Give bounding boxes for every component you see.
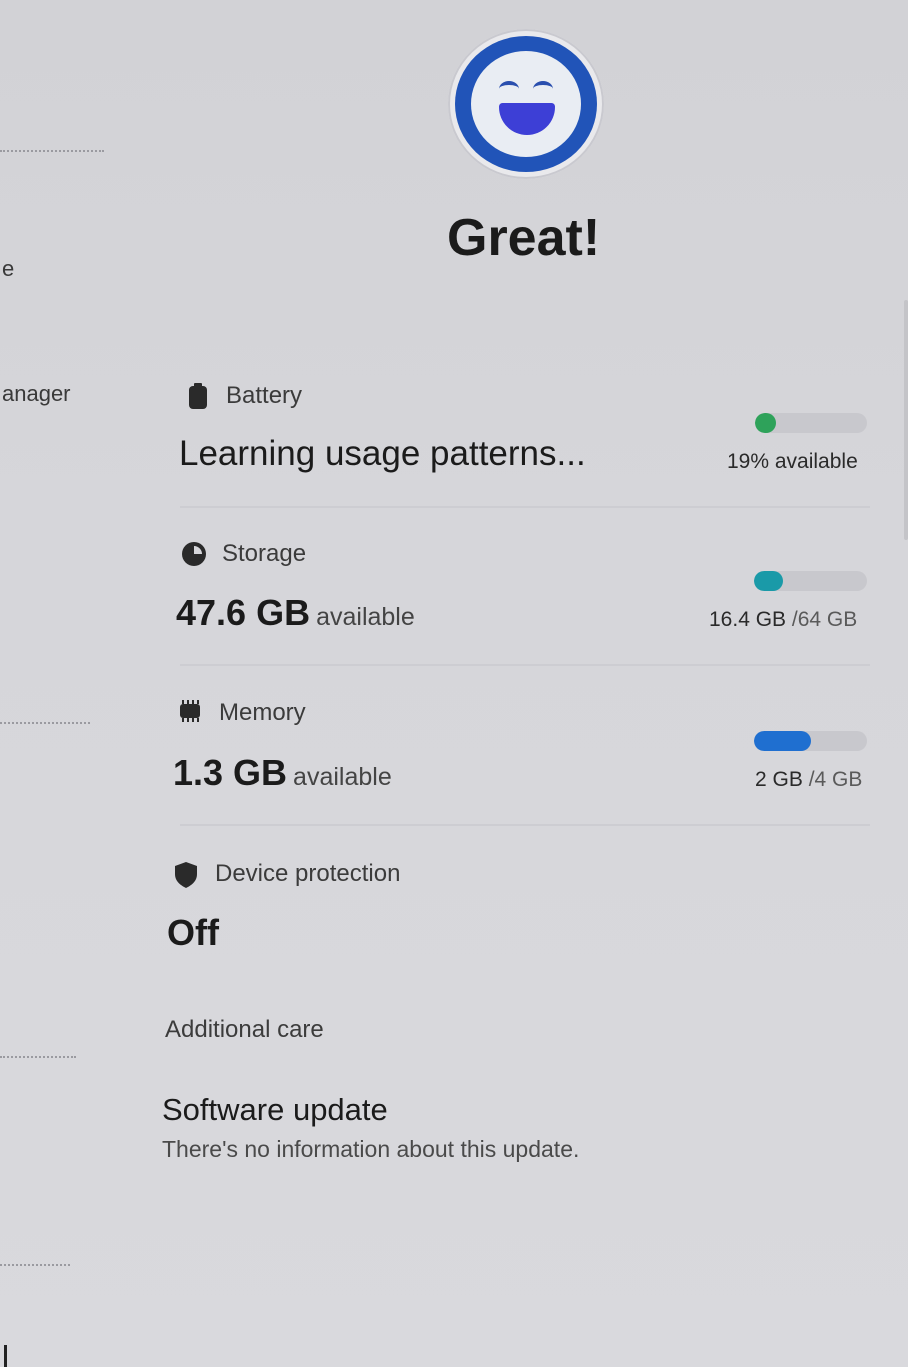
storage-used: 16.4 GB: [709, 608, 787, 631]
left-panel-fragment[interactable]: anager: [2, 381, 71, 407]
storage-amount: 47.6 GB: [176, 592, 311, 633]
device-protection-value: Off: [167, 912, 219, 953]
memory-label: Memory: [219, 699, 306, 726]
memory-used: 2 GB: [755, 768, 803, 791]
divider: [180, 824, 870, 826]
left-panel: e anager: [0, 0, 140, 1367]
divider: [0, 1264, 70, 1266]
divider: [180, 506, 870, 508]
divider: [180, 664, 870, 666]
storage-label: Storage: [222, 540, 307, 567]
scrollbar[interactable]: [904, 300, 908, 540]
storage-pie-icon: [182, 542, 206, 566]
left-edge-mark: [4, 1345, 7, 1367]
battery-icon: [189, 383, 207, 409]
memory-meter-fill: [754, 731, 811, 751]
software-update-subtitle: There's no information about this update…: [162, 1136, 580, 1162]
storage-meter-fill: [754, 571, 784, 591]
device-protection-label: Device protection: [215, 860, 401, 887]
memory-amount: 1.3 GB: [173, 752, 288, 793]
storage-total: /64 GB: [791, 608, 858, 631]
memory-chip-icon: [180, 700, 200, 722]
mouth-icon: [499, 103, 555, 135]
battery-label: Battery: [226, 382, 303, 409]
battery-value: Learning usage patterns...: [179, 434, 586, 473]
shield-icon: [175, 862, 197, 888]
battery-meter: [755, 413, 867, 433]
smiley-face-icon: [455, 36, 597, 172]
status-title: Great!: [447, 209, 601, 267]
left-panel-fragment: e: [2, 256, 15, 281]
storage-caption: 16.4 GB /64 GB: [709, 608, 857, 632]
additional-care-header: Additional care: [165, 1016, 324, 1043]
storage-meter: [754, 571, 867, 591]
divider: [0, 1056, 76, 1058]
battery-meter-fill: [755, 413, 777, 433]
software-update-title: Software update: [162, 1092, 388, 1127]
eye-icon: [533, 81, 553, 97]
storage-unit: available: [316, 603, 415, 631]
eye-icon: [499, 81, 519, 97]
divider: [0, 722, 90, 724]
storage-value: 47.6 GB available: [176, 592, 415, 634]
divider: [0, 150, 104, 152]
memory-caption: 2 GB /4 GB: [755, 768, 862, 792]
memory-meter: [754, 731, 867, 751]
battery-caption: 19% available: [727, 450, 858, 473]
memory-unit: available: [293, 763, 392, 791]
memory-total: /4 GB: [808, 768, 863, 791]
memory-value: 1.3 GB available: [173, 752, 392, 794]
